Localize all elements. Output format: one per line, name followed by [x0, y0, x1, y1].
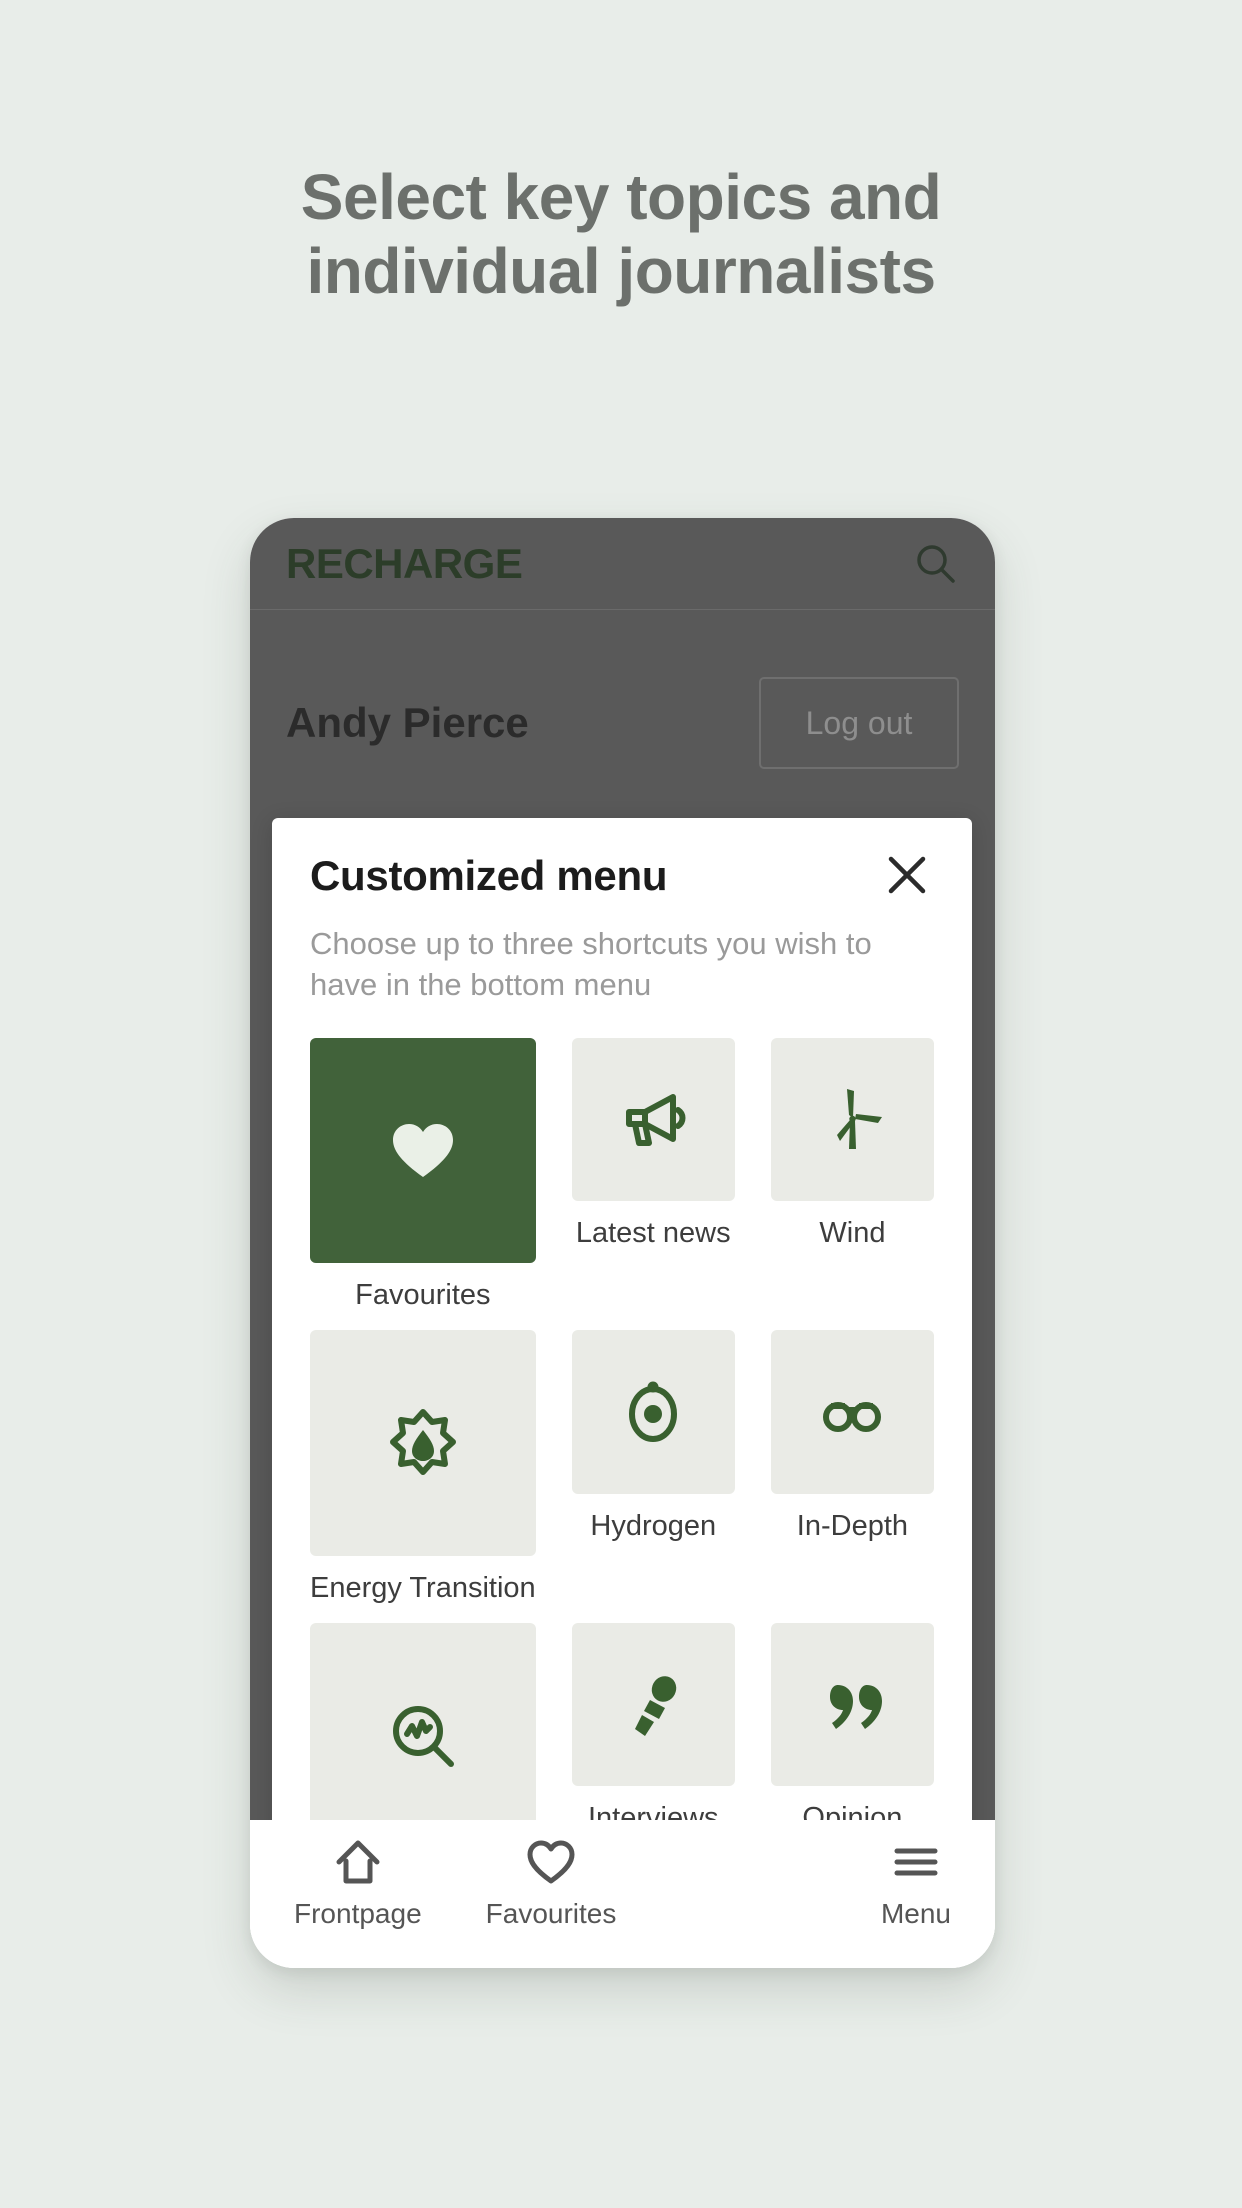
dialog-subtitle: Choose up to three shortcuts you wish to…: [310, 926, 872, 1002]
microphone-icon: [635, 1675, 677, 1736]
shortcut-tile[interactable]: [571, 1037, 735, 1201]
nav-item-menu[interactable]: Menu: [881, 1836, 951, 1930]
shortcut-label: Wind: [819, 1216, 886, 1249]
account-row: Andy Pierce Log out: [250, 668, 995, 778]
atom-icon: [629, 1381, 678, 1443]
account-name: Andy Pierce: [286, 699, 529, 746]
nav-label: Favourites: [485, 1898, 617, 1929]
bottom-navigation: Frontpage Favourites Menu: [250, 1820, 995, 1968]
page-title: Select key topics and individual journal…: [0, 160, 1242, 308]
dialog-header: Customized menu: [310, 852, 934, 902]
page-title-line-1: Select key topics and: [300, 161, 942, 233]
binoculars-icon: [823, 1402, 882, 1433]
shortcut-label: Favourites: [355, 1279, 491, 1312]
wind-turbine-icon: [837, 1089, 883, 1150]
shortcut-favourites[interactable]: Favourites: [310, 1037, 536, 1313]
close-button[interactable]: [880, 848, 934, 902]
search-icon[interactable]: [913, 541, 959, 587]
shortcut-energy-transition[interactable]: Energy Transition: [310, 1330, 536, 1605]
shortcut-wind[interactable]: Wind: [770, 1037, 934, 1313]
shortcut-tile[interactable]: [770, 1623, 934, 1787]
shortcut-in-depth[interactable]: In-Depth: [770, 1330, 934, 1605]
phone-mockup: RECHARGE Andy Pierce Log out SETTINGS De…: [250, 518, 995, 1968]
dialog-title: Customized menu: [310, 852, 668, 899]
shortcut-latest-news[interactable]: Latest news: [571, 1037, 735, 1313]
shortcut-label: Energy Transition: [310, 1572, 536, 1605]
home-icon: [336, 1840, 380, 1884]
shortcut-label: Hydrogen: [590, 1509, 717, 1542]
quotation-mark-icon: [830, 1684, 883, 1729]
nav-item-favourites[interactable]: Favourites: [485, 1836, 617, 1930]
shortcut-tile[interactable]: [571, 1330, 735, 1494]
shortcut-tile[interactable]: [770, 1330, 934, 1494]
page-title-line-2: individual journalists: [306, 235, 936, 308]
nav-label: Frontpage: [294, 1898, 422, 1929]
shortcut-label: In-Depth: [796, 1509, 909, 1542]
nav-item-frontpage[interactable]: Frontpage: [294, 1836, 422, 1930]
heart-icon: [392, 1123, 453, 1177]
app-logo[interactable]: RECHARGE: [286, 540, 523, 588]
app-header: RECHARGE: [250, 518, 995, 610]
nav-label: Menu: [880, 1898, 951, 1929]
shortcut-grid: Favourites Latest news Wind Energy Trans…: [310, 1037, 934, 1898]
shortcut-label: Latest news: [575, 1216, 731, 1249]
energy-droplet-icon: [389, 1409, 456, 1476]
close-icon: [888, 856, 926, 894]
shortcut-tile[interactable]: [770, 1037, 934, 1201]
shortcut-tile[interactable]: [310, 1623, 536, 1849]
shortcut-tile[interactable]: [310, 1037, 536, 1264]
megaphone-icon: [626, 1094, 686, 1147]
magnifier-chart-icon: [392, 1705, 454, 1767]
shortcut-tile[interactable]: [571, 1623, 735, 1787]
shortcut-tile[interactable]: [310, 1330, 536, 1557]
hamburger-icon: [894, 1848, 938, 1876]
heart-outline-icon: [527, 1840, 575, 1884]
shortcut-hydrogen[interactable]: Hydrogen: [571, 1330, 735, 1605]
logout-button[interactable]: Log out: [759, 677, 959, 769]
customized-menu-dialog: Customized menu Choose up to three short…: [272, 818, 972, 1928]
